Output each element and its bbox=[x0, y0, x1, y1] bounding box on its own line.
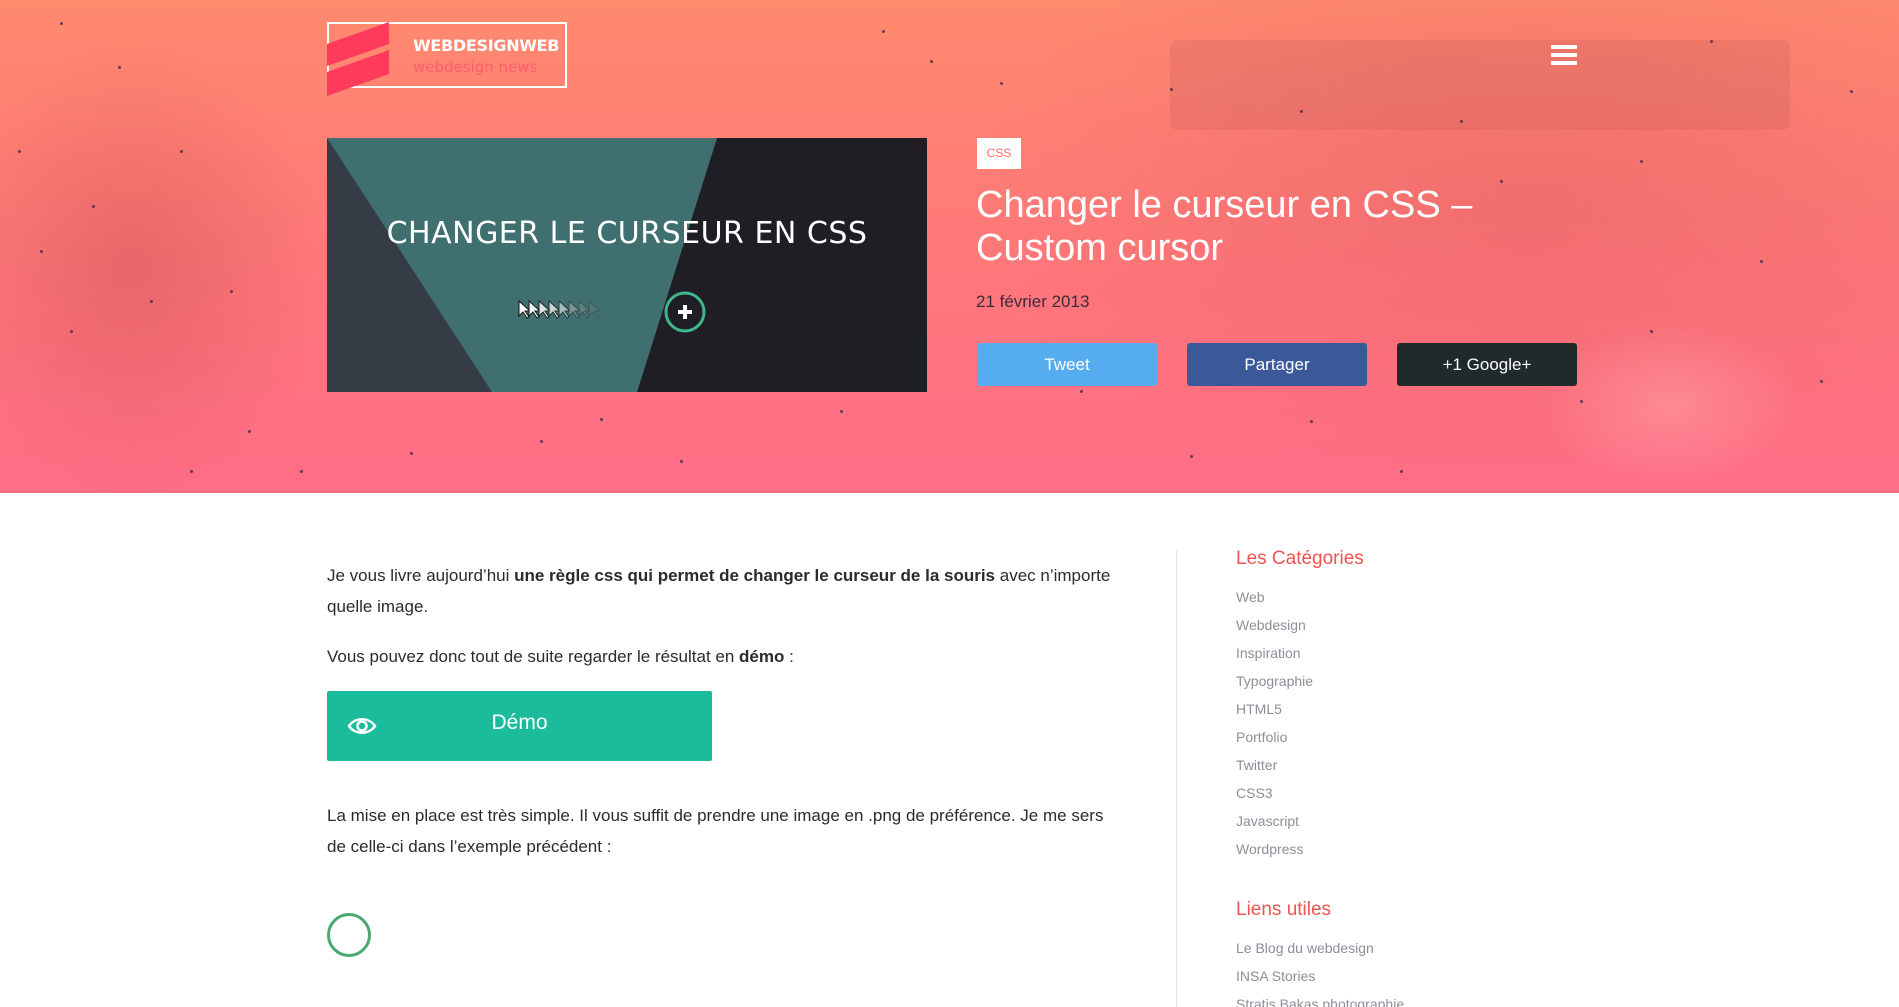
thumbnail-title: CHANGER LE CURSEUR EN CSS bbox=[386, 216, 868, 251]
post-title: Changer le curseur en CSS – Custom curso… bbox=[976, 184, 1473, 269]
demo-button[interactable]: Démo bbox=[327, 691, 712, 761]
category-link-wordpress[interactable]: Wordpress bbox=[1236, 841, 1303, 857]
category-link-webdesign[interactable]: Webdesign bbox=[1236, 617, 1306, 633]
category-link-typographie[interactable]: Typographie bbox=[1236, 673, 1313, 689]
google-plus-button[interactable]: +1 Google+ bbox=[1397, 343, 1577, 386]
paragraph-text: Je vous livre aujourd’hui bbox=[327, 566, 515, 585]
sidebar-divider bbox=[1176, 550, 1177, 1007]
paragraph-bold: une règle css qui permet de changer le c… bbox=[514, 566, 996, 585]
cursor-example-image bbox=[327, 913, 371, 957]
post-thumbnail[interactable]: CHANGER LE CURSEUR EN CSS bbox=[327, 138, 927, 392]
logo-mark-icon bbox=[327, 22, 389, 96]
hero-banner: WEBDESIGNWEB webdesign news CHANGER LE C… bbox=[0, 0, 1899, 493]
useful-link[interactable]: Stratis Bakas photographie bbox=[1236, 996, 1404, 1007]
logo-tagline: webdesign news bbox=[413, 58, 538, 76]
category-link-portfolio[interactable]: Portfolio bbox=[1236, 729, 1287, 745]
paragraph-bold: démo bbox=[739, 647, 785, 666]
category-link-twitter[interactable]: Twitter bbox=[1236, 757, 1277, 773]
article-paragraph-2: Vous pouvez donc tout de suite regarder … bbox=[327, 641, 1127, 672]
useful-link[interactable]: Le Blog du webdesign bbox=[1236, 940, 1374, 956]
paragraph-text: : bbox=[784, 647, 794, 666]
background-plant bbox=[0, 40, 330, 493]
hamburger-menu-icon[interactable] bbox=[1551, 45, 1577, 65]
paragraph-text: Vous pouvez donc tout de suite regarder … bbox=[327, 647, 740, 666]
background-keyboard bbox=[1170, 40, 1790, 130]
category-link-css3[interactable]: CSS3 bbox=[1236, 785, 1273, 801]
demo-label: Démo bbox=[491, 711, 548, 734]
custom-cursor-icon bbox=[664, 291, 706, 333]
thumbnail-background bbox=[327, 138, 927, 392]
facebook-share-button[interactable]: Partager bbox=[1187, 343, 1367, 386]
categories-heading: Les Catégories bbox=[1236, 548, 1364, 569]
category-badge[interactable]: CSS bbox=[977, 138, 1021, 169]
category-link-web[interactable]: Web bbox=[1236, 589, 1265, 605]
post-date: 21 février 2013 bbox=[976, 292, 1090, 311]
useful-links-heading: Liens utiles bbox=[1236, 899, 1332, 920]
article-paragraph-1: Je vous livre aujourd’hui une règle css … bbox=[327, 560, 1127, 622]
category-link-inspiration[interactable]: Inspiration bbox=[1236, 645, 1301, 661]
site-logo[interactable]: WEBDESIGNWEB webdesign news bbox=[327, 22, 567, 96]
logo-name: WEBDESIGNWEB bbox=[413, 36, 560, 55]
background-glare bbox=[1540, 320, 1800, 490]
article-paragraph-3: La mise en place est très simple. Il vou… bbox=[327, 806, 1104, 856]
tweet-button[interactable]: Tweet bbox=[977, 343, 1157, 386]
useful-link[interactable]: INSA Stories bbox=[1236, 968, 1315, 984]
category-link-javascript[interactable]: Javascript bbox=[1236, 813, 1299, 829]
category-link-html5[interactable]: HTML5 bbox=[1236, 701, 1282, 717]
